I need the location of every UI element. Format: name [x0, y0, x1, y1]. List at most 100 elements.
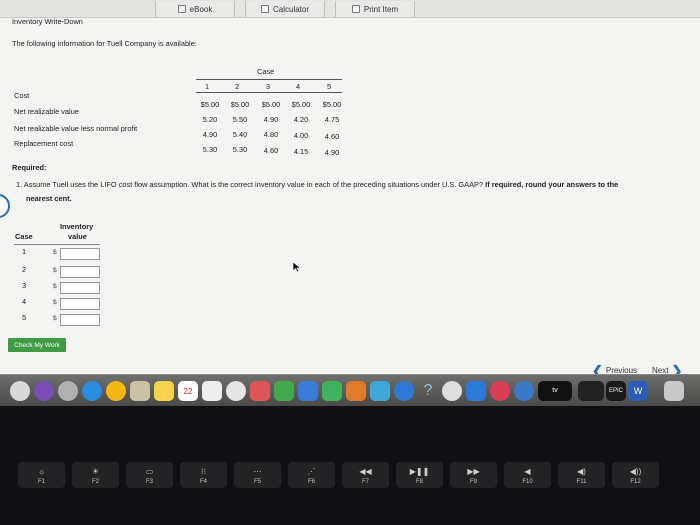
keynote-icon[interactable] — [298, 381, 318, 401]
print-item-button[interactable]: Print Item — [335, 1, 415, 17]
currency-sign: $ — [53, 283, 57, 290]
browser-screen: eBook Calculator Print Item Inventory Wr… — [0, 0, 700, 375]
cell: 5.30 — [232, 145, 248, 154]
key-f9: ▶▶ F9 — [450, 462, 497, 488]
print-item-label: Print Item — [363, 4, 399, 14]
messages-icon[interactable] — [370, 381, 390, 401]
book-icon — [177, 5, 186, 13]
inventory-value-input-2[interactable] — [60, 266, 100, 278]
question-part-c: nearest cent. — [26, 194, 72, 203]
currency-sign: $ — [53, 315, 57, 322]
top-toolbar: eBook Calculator Print Item — [0, 0, 700, 18]
cell: $5.00 — [200, 100, 220, 109]
currency-sign: $ — [53, 249, 57, 256]
key-f3: ▭ F3 — [126, 462, 173, 488]
cell: 4.90 — [263, 115, 279, 124]
numbers-icon[interactable] — [322, 381, 342, 401]
chrome-icon[interactable] — [106, 381, 126, 401]
cell: 4.80 — [263, 130, 279, 139]
inventory-value-input-4[interactable] — [60, 298, 100, 310]
answer-case-1: 1 — [22, 247, 27, 256]
safari-icon[interactable] — [82, 381, 102, 401]
key-f11: ◀) F11 — [558, 462, 605, 488]
row-label-nrv-less-profit: Net realizable value less normal profit — [14, 124, 138, 133]
cell: 4.20 — [293, 115, 309, 124]
question-marker — [0, 194, 10, 218]
question-part-a: 1. Assume Tuell uses the LIFO cost flow … — [16, 180, 484, 189]
case-col-4: 4 — [295, 82, 301, 91]
dock: 22 ? tv EPIC W — [0, 374, 700, 406]
case-col-1: 1 — [204, 82, 210, 91]
books-icon[interactable] — [578, 381, 604, 401]
garageband-icon[interactable] — [346, 381, 366, 401]
question-text: 1. Assume Tuell uses the LIFO cost flow … — [16, 180, 619, 190]
music-icon[interactable] — [490, 381, 510, 401]
page-title: Inventory Write-Down — [12, 17, 83, 26]
photos-icon[interactable] — [226, 381, 246, 401]
word-icon[interactable]: W — [628, 381, 648, 401]
question-part-b: If required, round your answers to the — [485, 180, 619, 189]
podcasts-icon[interactable] — [514, 381, 534, 401]
cell: 4.90 — [324, 148, 340, 157]
key-f7: ◀◀ F7 — [342, 462, 389, 488]
apple-tv-icon[interactable]: tv — [538, 381, 572, 401]
facetime-icon[interactable] — [274, 381, 294, 401]
required-heading: Required: — [12, 163, 47, 172]
answer-case-5: 5 — [22, 313, 27, 322]
printer-icon — [351, 5, 360, 13]
inventory-value-input-1[interactable] — [60, 248, 100, 260]
calendar-icon[interactable]: 22 — [178, 381, 198, 401]
cell: 4.60 — [324, 132, 340, 141]
cell: 5.30 — [202, 145, 218, 154]
preview-icon[interactable] — [466, 381, 486, 401]
inventory-value-input-5[interactable] — [60, 314, 100, 326]
ebook-label: eBook — [189, 4, 213, 14]
system-preferences-icon[interactable] — [442, 381, 462, 401]
answer-case-3: 3 — [22, 281, 27, 290]
key-f2: ☀ F2 — [72, 462, 119, 488]
calculator-icon — [260, 5, 269, 13]
answer-case-2: 2 — [22, 265, 27, 274]
mouse-cursor-icon — [292, 261, 302, 273]
contacts-icon[interactable] — [130, 381, 150, 401]
case-header-rule — [196, 79, 342, 80]
ebook-button[interactable]: eBook — [155, 1, 235, 17]
currency-sign: $ — [53, 267, 57, 274]
key-f12: ◀)) F12 — [612, 462, 659, 488]
epic-games-icon[interactable]: EPIC — [606, 381, 626, 401]
check-my-work-button[interactable]: Check My Work — [8, 338, 66, 352]
cell: 4.60 — [263, 146, 279, 155]
app-store-icon[interactable] — [394, 381, 414, 401]
case-col-3: 3 — [265, 82, 271, 91]
downloads-stack-icon[interactable] — [664, 381, 684, 401]
row-label-cost: Cost — [14, 91, 30, 100]
answer-case-4: 4 — [22, 297, 27, 306]
currency-sign: $ — [53, 299, 57, 306]
calculator-label: Calculator — [272, 4, 309, 14]
answer-case-header: Case — [15, 232, 33, 241]
siri-icon[interactable] — [34, 381, 54, 401]
help-icon[interactable]: ? — [418, 381, 438, 401]
row-label-nrv: Net realizable value — [14, 107, 79, 116]
answer-header-rule — [14, 244, 100, 245]
cell: 4.00 — [293, 131, 309, 140]
inventory-value-input-3[interactable] — [60, 282, 100, 294]
key-f1: ☼ F1 — [18, 462, 65, 488]
calculator-button[interactable]: Calculator — [245, 1, 325, 17]
cell: 4.90 — [202, 130, 218, 139]
key-f4: ⁝⁝ F4 — [180, 462, 227, 488]
notes-icon[interactable] — [154, 381, 174, 401]
case-col-2: 2 — [234, 82, 240, 91]
pages-icon[interactable] — [250, 381, 270, 401]
cell: $5.00 — [261, 100, 281, 109]
inventory-header-2: value — [68, 232, 87, 241]
case-col-5: 5 — [326, 82, 332, 91]
launchpad-icon[interactable] — [58, 381, 78, 401]
case-columns-rule — [196, 92, 342, 93]
finder-icon[interactable] — [10, 381, 30, 401]
inventory-header-1: Inventory — [60, 222, 94, 231]
reminders-icon[interactable] — [202, 381, 222, 401]
cell: 5.50 — [232, 115, 248, 124]
key-f10: ◀ F10 — [504, 462, 551, 488]
cell: $5.00 — [230, 100, 250, 109]
